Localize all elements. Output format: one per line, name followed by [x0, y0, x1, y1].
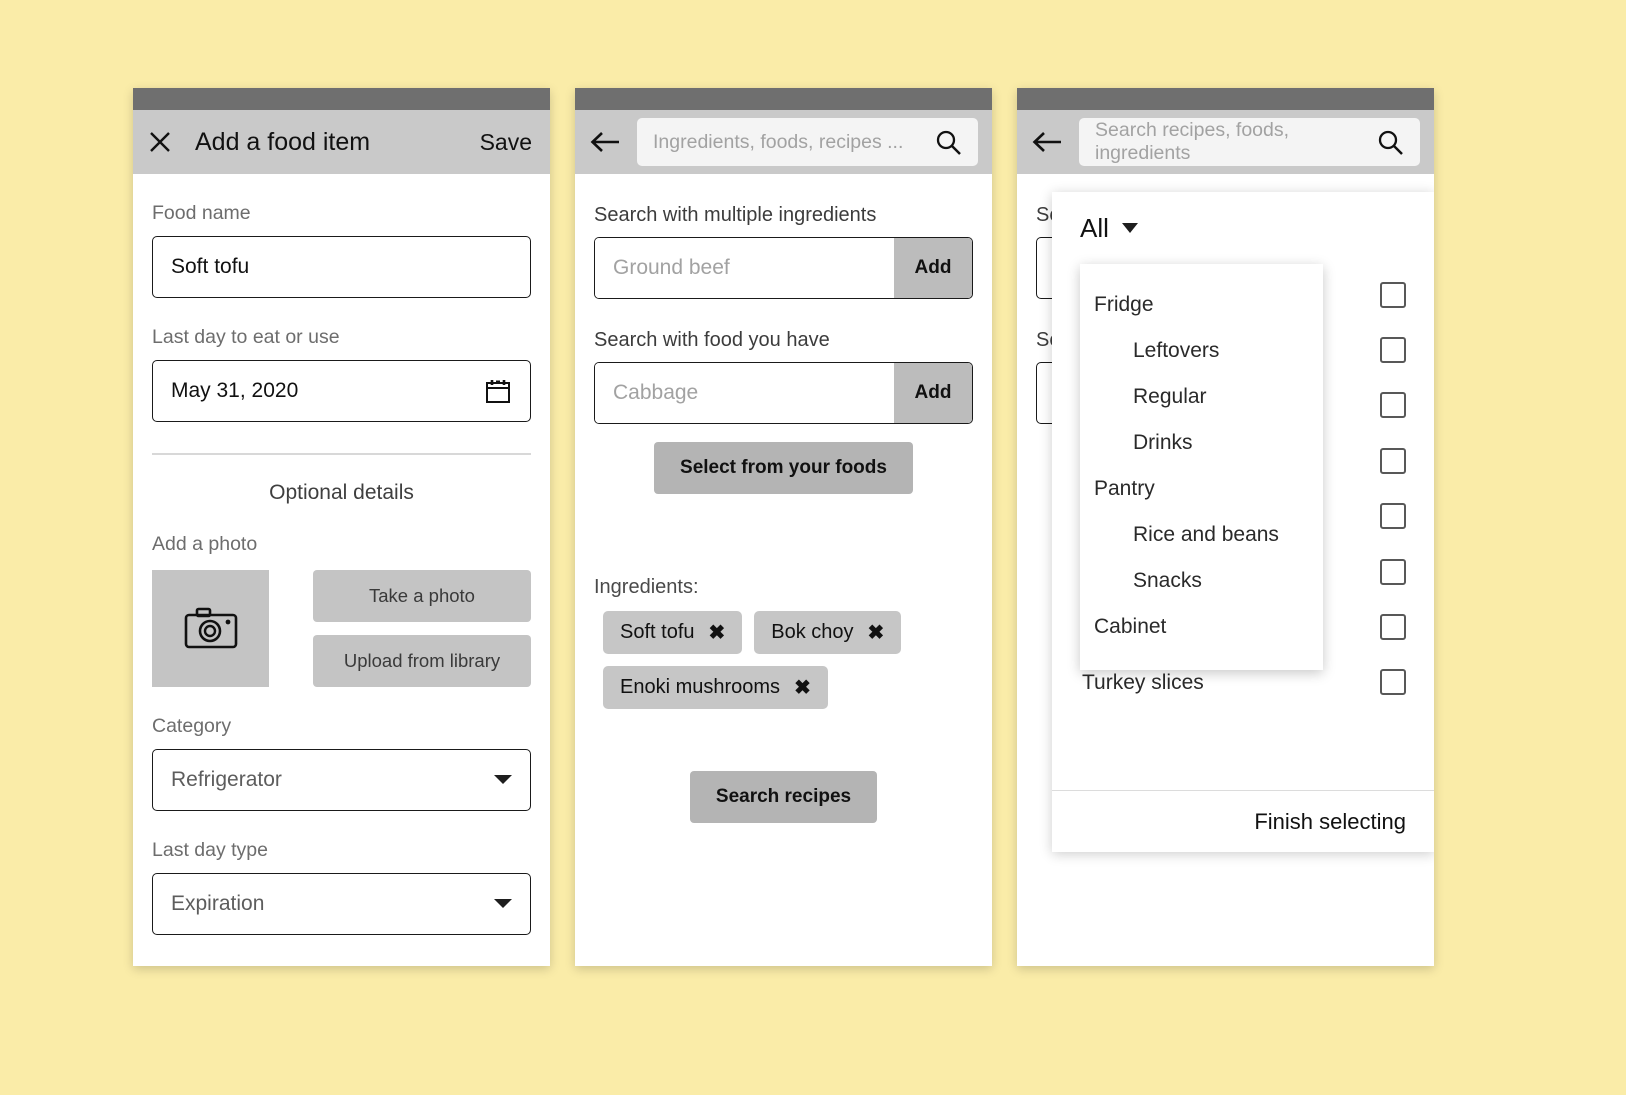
upload-library-button[interactable]: Upload from library: [313, 634, 531, 687]
select-your-foods-screen: Search recipes, foods, ingredients Se Se…: [1017, 88, 1434, 966]
app-bar: Search recipes, foods, ingredients: [1017, 110, 1434, 174]
dropdown-item-rice-and-beans[interactable]: Rice and beans: [1080, 512, 1323, 558]
status-bar: [133, 88, 550, 110]
chip-label: Soft tofu: [620, 621, 695, 643]
food-you-have-row: Cabbage Add: [594, 362, 973, 424]
multi-ingredients-row: Ground beef Add: [594, 237, 973, 299]
search-icon[interactable]: [935, 129, 962, 156]
sheet-header: All: [1052, 192, 1434, 264]
optional-details-heading: Optional details: [269, 480, 414, 504]
search-body: Search with multiple ingredients Ground …: [575, 204, 992, 823]
app-bar: Ingredients, foods, recipes ...: [575, 110, 992, 174]
food-checkbox[interactable]: [1380, 448, 1406, 474]
dropdown-item-leftovers[interactable]: Leftovers: [1080, 328, 1323, 374]
chip-label: Enoki mushrooms: [620, 676, 781, 698]
ingredient-chip-list: Soft tofu ✖ Bok choy ✖ Enoki mushrooms ✖: [603, 611, 973, 709]
take-photo-button[interactable]: Take a photo: [313, 569, 531, 622]
back-arrow-icon[interactable]: [589, 129, 621, 155]
add-food-item-screen: Add a food item Save Food name Soft tofu…: [133, 88, 550, 966]
food-checkbox[interactable]: [1380, 337, 1406, 363]
photo-row: Take a photo Upload from library: [152, 569, 531, 687]
screenshot-canvas: Add a food item Save Food name Soft tofu…: [0, 0, 1626, 1095]
food-checkbox[interactable]: [1380, 282, 1406, 308]
add-ingredient-button[interactable]: Add: [894, 238, 972, 298]
last-day-input[interactable]: May 31, 2020: [152, 360, 531, 422]
search-icon[interactable]: [1377, 129, 1404, 156]
category-filter-dropdown[interactable]: All: [1080, 213, 1138, 244]
sheet-footer: Finish selecting: [1052, 790, 1434, 852]
search-recipes-button[interactable]: Search recipes: [689, 771, 878, 823]
close-icon[interactable]: ✖: [794, 675, 811, 700]
chevron-down-icon: [494, 775, 512, 785]
form-body: Food name Soft tofu Last day to eat or u…: [133, 202, 550, 935]
ingredient-chip[interactable]: Soft tofu ✖: [603, 611, 743, 654]
search-placeholder: Search recipes, foods, ingredients: [1095, 119, 1290, 164]
search-recipes-row: Search recipes: [594, 771, 973, 823]
chevron-down-icon: [494, 899, 512, 909]
dropdown-item-snacks[interactable]: Snacks: [1080, 558, 1323, 604]
chevron-down-icon: [1121, 223, 1138, 233]
category-value: Refrigerator: [171, 767, 282, 791]
multi-ingredients-input[interactable]: Ground beef: [595, 238, 894, 298]
save-button[interactable]: Save: [480, 129, 536, 156]
page-title: Add a food item: [195, 127, 371, 156]
chip-label: Bok choy: [771, 621, 854, 643]
photo-actions: Take a photo Upload from library: [313, 569, 531, 687]
category-dropdown-menu: Fridge Leftovers Regular Drinks Pantry R…: [1080, 264, 1323, 670]
calendar-icon[interactable]: [484, 377, 512, 405]
food-checkbox[interactable]: [1380, 669, 1406, 695]
category-filter-value: All: [1080, 212, 1109, 243]
add-photo-label: Add a photo: [152, 532, 258, 555]
food-checkbox[interactable]: [1380, 614, 1406, 640]
add-food-button[interactable]: Add: [894, 363, 972, 423]
food-name-input[interactable]: Soft tofu: [152, 236, 531, 298]
food-you-have-input[interactable]: Cabbage: [595, 363, 894, 423]
dropdown-item-fridge[interactable]: Fridge: [1080, 282, 1323, 328]
food-label: Turkey slices: [1082, 671, 1204, 694]
photo-thumbnail[interactable]: [152, 569, 269, 687]
food-checkbox[interactable]: [1380, 503, 1406, 529]
multi-ingredients-label: Search with multiple ingredients: [594, 204, 877, 226]
last-day-type-label: Last day type: [152, 838, 268, 861]
select-from-your-foods-button[interactable]: Select from your foods: [654, 442, 913, 494]
select-foods-row: Select from your foods: [594, 442, 973, 494]
last-day-value: May 31, 2020: [171, 379, 299, 402]
dropdown-item-drinks[interactable]: Drinks: [1080, 420, 1323, 466]
app-bar: Add a food item Save: [133, 110, 550, 174]
ingredients-label: Ingredients:: [594, 576, 699, 598]
finish-selecting-button[interactable]: Finish selecting: [1254, 809, 1406, 835]
last-day-type-select[interactable]: Expiration: [152, 872, 531, 935]
close-icon[interactable]: ✖: [709, 620, 726, 645]
section-divider: [152, 453, 531, 455]
status-bar: [575, 88, 992, 110]
search-placeholder: Ingredients, foods, recipes ...: [653, 130, 904, 153]
last-day-label: Last day to eat or use: [152, 326, 340, 348]
ingredient-chip[interactable]: Enoki mushrooms ✖: [603, 666, 828, 709]
food-you-have-label: Search with food you have: [594, 329, 830, 351]
camera-icon: [184, 606, 238, 650]
close-icon[interactable]: ✖: [868, 620, 885, 645]
food-name-value: Soft tofu: [171, 255, 250, 278]
search-input[interactable]: Ingredients, foods, recipes ...: [637, 118, 978, 166]
status-bar: [1017, 88, 1434, 110]
dropdown-item-pantry[interactable]: Pantry: [1080, 466, 1323, 512]
category-label: Category: [152, 714, 232, 737]
close-icon[interactable]: [147, 129, 173, 155]
recipe-search-screen: Ingredients, foods, recipes ... Search w…: [575, 88, 992, 966]
back-arrow-icon[interactable]: [1031, 129, 1063, 155]
food-checkbox[interactable]: [1380, 559, 1406, 585]
search-input[interactable]: Search recipes, foods, ingredients: [1079, 118, 1420, 166]
last-day-type-value: Expiration: [171, 891, 265, 915]
category-select[interactable]: Refrigerator: [152, 748, 531, 811]
dropdown-item-regular[interactable]: Regular: [1080, 374, 1323, 420]
dropdown-item-cabinet[interactable]: Cabinet: [1080, 604, 1323, 650]
food-name-label: Food name: [152, 202, 251, 224]
food-checkbox[interactable]: [1380, 392, 1406, 418]
ingredient-chip[interactable]: Bok choy ✖: [754, 611, 902, 654]
